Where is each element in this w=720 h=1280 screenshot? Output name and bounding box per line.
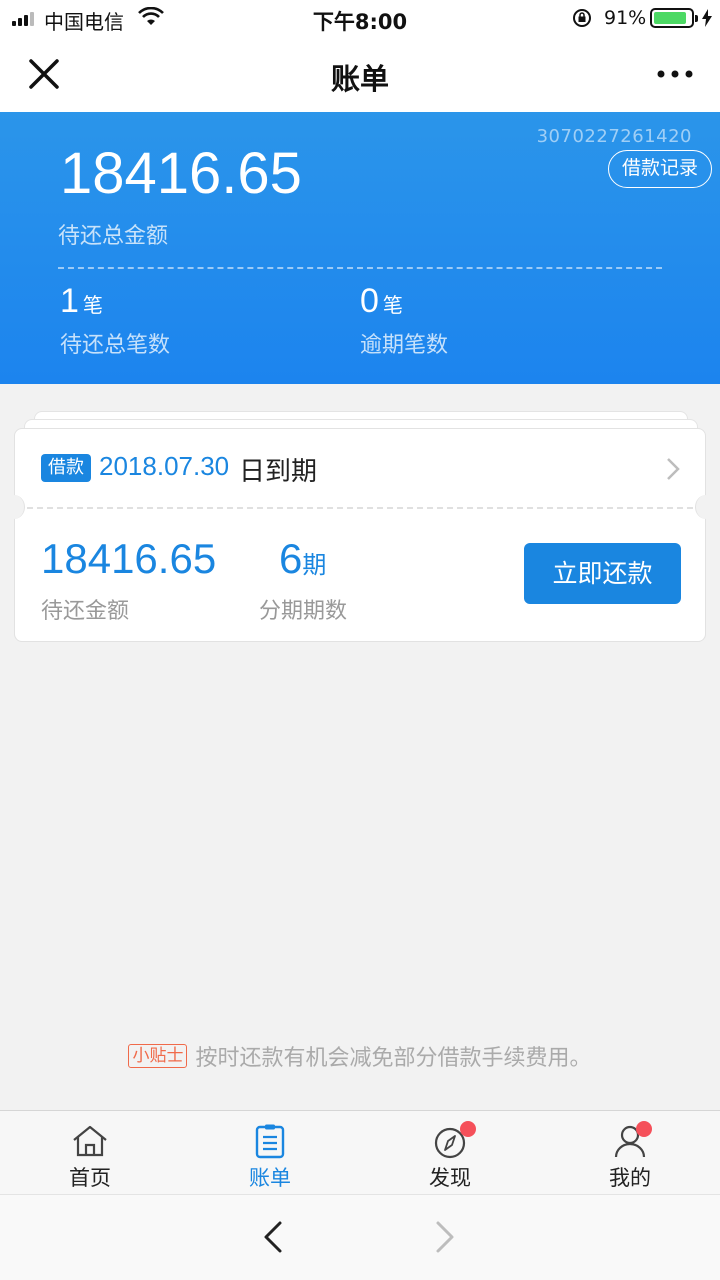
loan-records-button[interactable]: 借款记录 — [608, 150, 712, 188]
home-icon — [73, 1125, 107, 1157]
bill-icon — [255, 1124, 285, 1159]
notification-dot — [636, 1121, 652, 1137]
back-arrow-icon[interactable] — [258, 1219, 288, 1255]
rotation-lock-icon — [573, 9, 591, 27]
total-pending-amount-label: 待还总金额 — [58, 224, 169, 249]
tab-bill[interactable]: 账单 — [180, 1111, 360, 1195]
battery-icon — [650, 8, 698, 28]
battery-percent: 91% — [604, 7, 647, 29]
installment-periods-count: 6 — [279, 535, 303, 582]
installment-periods-label: 分期期数 — [259, 599, 348, 624]
total-pending-amount: 18416.65 — [60, 141, 302, 206]
tip-text: 按时还款有机会减免部分借款手续费用。 — [195, 1046, 592, 1071]
notification-dot — [460, 1121, 476, 1137]
more-options-icon[interactable] — [650, 52, 700, 96]
tab-discover[interactable]: 发现 — [360, 1111, 540, 1195]
status-bar: 中国电信 下午8:00 91% — [0, 0, 720, 36]
account-number: 3070227261420 — [536, 126, 692, 147]
pending-count: 1 — [60, 282, 79, 320]
divider — [58, 267, 662, 269]
installment-periods: 6期 — [279, 535, 326, 583]
overdue-count-label: 逾期笔数 — [360, 333, 449, 358]
due-date: 2018.07.30 — [99, 451, 230, 481]
tab-bar: 首页 账单 发现 我的 — [0, 1110, 720, 1194]
bill-card: 借款 2018.07.30 日到期 18416.65 待还金额 6期 分期期数 … — [3, 428, 717, 642]
tab-me[interactable]: 我的 — [540, 1111, 720, 1195]
overdue-count-stat: 0笔 逾期笔数 — [360, 282, 448, 359]
card-notch — [3, 495, 25, 519]
installment-periods-unit: 期 — [302, 551, 327, 579]
overdue-count: 0 — [360, 282, 379, 320]
pending-count-stat: 1笔 待还总笔数 — [60, 282, 170, 359]
tip-tag: 小贴士 — [128, 1044, 188, 1068]
tip-banner: 小贴士 按时还款有机会减免部分借款手续费用。 — [0, 1040, 720, 1072]
bill-card-header[interactable]: 借款 2018.07.30 日到期 — [15, 429, 705, 507]
overdue-count-unit: 笔 — [382, 293, 403, 317]
repay-now-button[interactable]: 立即还款 — [524, 543, 681, 604]
card-perforation — [27, 507, 693, 509]
chevron-right-icon — [667, 458, 680, 480]
forward-arrow-icon[interactable] — [430, 1219, 460, 1255]
page-title: 账单 — [330, 62, 389, 96]
loan-tag: 借款 — [41, 454, 91, 482]
pending-count-unit: 笔 — [82, 293, 103, 317]
tab-label: 账单 — [249, 1166, 291, 1190]
tab-home[interactable]: 首页 — [0, 1111, 180, 1195]
tab-label: 发现 — [429, 1166, 471, 1190]
tab-label: 我的 — [609, 1166, 651, 1190]
pending-count-label: 待还总笔数 — [60, 333, 171, 358]
card-notch — [695, 495, 717, 519]
browser-toolbar — [0, 1194, 720, 1280]
bill-summary: 3070227261420 借款记录 18416.65 待还总金额 1笔 待还总… — [0, 112, 720, 384]
bill-pending-amount-label: 待还金额 — [41, 599, 130, 624]
tab-label: 首页 — [69, 1166, 111, 1190]
bill-pending-amount: 18416.65 — [41, 535, 217, 582]
nav-bar: 账单 — [0, 36, 720, 112]
due-date-suffix: 日到期 — [239, 457, 318, 487]
charging-icon — [702, 9, 712, 27]
